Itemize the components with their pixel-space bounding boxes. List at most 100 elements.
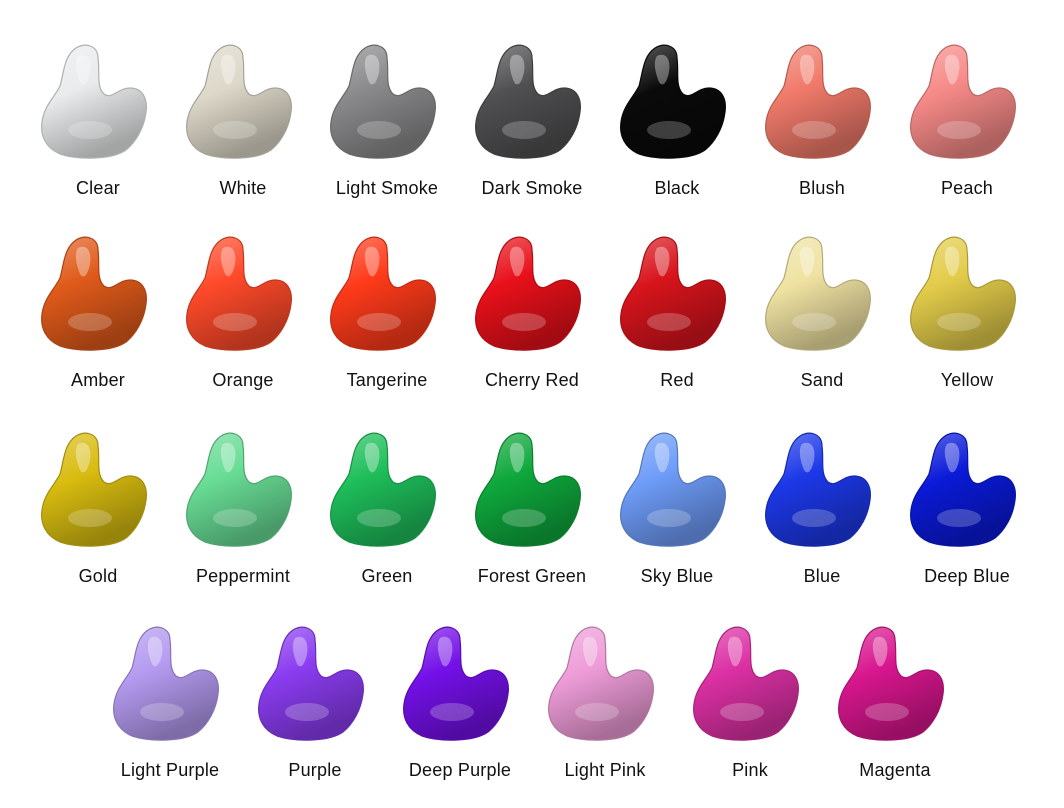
- swatch-label: Green: [361, 566, 413, 586]
- mold-body: [475, 432, 581, 547]
- swatch-forest-green: Forest Green: [462, 430, 602, 605]
- mold-reflection: [213, 121, 257, 139]
- mold-body: [258, 626, 364, 741]
- mold-body: [620, 432, 726, 547]
- mold-reflection: [720, 703, 764, 721]
- ear-mold-dark-smoke: [475, 44, 581, 159]
- mold-reflection: [357, 509, 401, 527]
- swatch-amber: Amber: [28, 234, 168, 409]
- mold-reflection: [502, 121, 546, 139]
- mold-body: [910, 236, 1016, 351]
- mold-reflection: [68, 313, 112, 331]
- swatch-label: Magenta: [859, 760, 931, 780]
- mold-reflection: [430, 703, 474, 721]
- swatch-label: Light Purple: [120, 760, 220, 780]
- swatch-light-pink: Light Pink: [535, 624, 675, 799]
- swatch-label: Sand: [800, 370, 844, 390]
- ear-mold-black: [620, 44, 726, 159]
- swatch-light-smoke: Light Smoke: [317, 42, 457, 217]
- ear-mold-forest-green: [475, 432, 581, 547]
- ear-mold-cherry-red: [475, 236, 581, 351]
- mold-body: [330, 236, 436, 351]
- swatch-red: Red: [607, 234, 747, 409]
- mold-body: [186, 432, 292, 547]
- mold-reflection: [213, 509, 257, 527]
- swatch-deep-blue: Deep Blue: [897, 430, 1037, 605]
- swatch-label: Black: [654, 178, 700, 198]
- ear-mold-blush: [765, 44, 871, 159]
- mold-body: [475, 236, 581, 351]
- mold-reflection: [865, 703, 909, 721]
- swatch-green: Green: [317, 430, 457, 605]
- mold-body: [620, 236, 726, 351]
- swatch-cherry-red: Cherry Red: [462, 234, 602, 409]
- swatch-label: Peach: [940, 178, 994, 198]
- swatch-label: Peppermint: [195, 566, 291, 586]
- swatch-sky-blue: Sky Blue: [607, 430, 747, 605]
- ear-mold-gold: [41, 432, 147, 547]
- swatch-label: Light Smoke: [335, 178, 439, 198]
- swatch-gold: Gold: [28, 430, 168, 605]
- ear-mold-peppermint: [186, 432, 292, 547]
- ear-mold-clear: [41, 44, 147, 159]
- mold-reflection: [937, 509, 981, 527]
- swatch-label: Pink: [732, 760, 768, 780]
- ear-mold-green: [330, 432, 436, 547]
- mold-body: [113, 626, 219, 741]
- mold-body: [41, 44, 147, 159]
- swatch-blush: Blush: [752, 42, 892, 217]
- swatch-deep-purple: Deep Purple: [390, 624, 530, 799]
- swatch-dark-smoke: Dark Smoke: [462, 42, 602, 217]
- swatch-sand: Sand: [752, 234, 892, 409]
- mold-body: [41, 432, 147, 547]
- swatch-label: Tangerine: [346, 370, 428, 390]
- swatch-label: Gold: [78, 566, 118, 586]
- mold-body: [765, 44, 871, 159]
- mold-reflection: [357, 121, 401, 139]
- mold-reflection: [140, 703, 184, 721]
- mold-body: [186, 44, 292, 159]
- mold-reflection: [647, 313, 691, 331]
- ear-mold-white: [186, 44, 292, 159]
- swatch-label: Yellow: [940, 370, 994, 390]
- ear-mold-light-smoke: [330, 44, 436, 159]
- mold-body: [330, 432, 436, 547]
- ear-mold-light-pink: [548, 626, 654, 741]
- ear-mold-orange: [186, 236, 292, 351]
- ear-mold-pink: [693, 626, 799, 741]
- mold-reflection: [937, 313, 981, 331]
- mold-reflection: [792, 509, 836, 527]
- swatch-label: Deep Purple: [408, 760, 512, 780]
- swatch-label: Clear: [75, 178, 120, 198]
- mold-body: [620, 44, 726, 159]
- mold-body: [910, 44, 1016, 159]
- swatch-label: Forest Green: [477, 566, 587, 586]
- swatch-label: Orange: [212, 370, 274, 390]
- mold-reflection: [213, 313, 257, 331]
- mold-reflection: [792, 313, 836, 331]
- mold-body: [403, 626, 509, 741]
- swatch-clear: Clear: [28, 42, 168, 217]
- mold-body: [910, 432, 1016, 547]
- mold-body: [693, 626, 799, 741]
- swatch-label: Dark Smoke: [481, 178, 583, 198]
- mold-reflection: [575, 703, 619, 721]
- mold-body: [838, 626, 944, 741]
- ear-mold-deep-purple: [403, 626, 509, 741]
- mold-reflection: [647, 121, 691, 139]
- mold-reflection: [68, 121, 112, 139]
- ear-mold-tangerine: [330, 236, 436, 351]
- swatch-purple: Purple: [245, 624, 385, 799]
- ear-mold-peach: [910, 44, 1016, 159]
- mold-body: [475, 44, 581, 159]
- swatch-orange: Orange: [173, 234, 313, 409]
- swatch-label: Amber: [70, 370, 125, 390]
- swatch-magenta: Magenta: [825, 624, 965, 799]
- swatch-label: Light Pink: [564, 760, 646, 780]
- mold-body: [548, 626, 654, 741]
- mold-body: [765, 236, 871, 351]
- swatch-light-purple: Light Purple: [100, 624, 240, 799]
- swatch-label: Deep Blue: [924, 566, 1010, 586]
- ear-mold-yellow: [910, 236, 1016, 351]
- ear-mold-magenta: [838, 626, 944, 741]
